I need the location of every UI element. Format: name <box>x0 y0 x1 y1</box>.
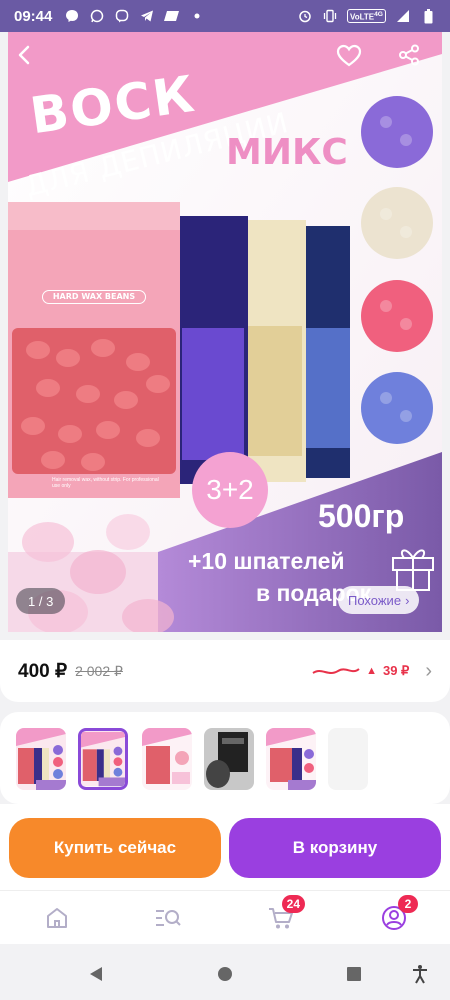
dot-icon <box>189 8 205 24</box>
battery-icon <box>420 8 436 24</box>
tab-home[interactable] <box>37 901 77 935</box>
status-time: 09:44 <box>14 7 53 25</box>
tab-profile[interactable]: 2 <box>374 895 418 935</box>
square-recents-icon <box>347 967 361 981</box>
purchase-actions: Купить сейчас В корзину <box>0 804 450 890</box>
heart-icon <box>336 44 362 67</box>
whatsapp-icon <box>89 8 105 24</box>
trend-value: 39 ₽ <box>382 663 410 678</box>
alarm-icon <box>297 8 313 24</box>
messenger-icon <box>64 8 80 24</box>
system-back-button[interactable] <box>84 962 108 986</box>
promo-bubble: 3+2 <box>192 452 268 528</box>
vibrate-icon <box>322 8 338 24</box>
variant-thumbnails <box>0 712 450 804</box>
pack-small-text: Hair removal wax, without strip. For pro… <box>52 477 159 489</box>
chat-icon <box>164 8 180 24</box>
home-icon <box>47 908 67 928</box>
price-history-trend[interactable]: ▲ 39 ₽ <box>312 663 409 679</box>
gift-text-line1: +10 шпателей <box>188 548 345 574</box>
back-arrow-icon <box>18 45 30 65</box>
weight-label: 500гр <box>318 498 405 534</box>
similar-products-button[interactable]: Похожие › <box>338 586 420 614</box>
volte-icon: VoLTE4G <box>346 8 386 24</box>
signal-icon <box>395 8 411 24</box>
accessibility-icon <box>413 965 427 984</box>
triangle-back-icon <box>90 967 102 981</box>
product-image-gallery[interactable]: ВОСК ДЛЯ ДЕПИЛЯЦИИ МИКС HARD WAX BEANS H… <box>8 32 442 632</box>
viber-icon <box>114 8 130 24</box>
price-trend-graph-icon <box>312 668 360 674</box>
variant-thumbnail-selected[interactable] <box>78 728 128 790</box>
variant-thumbnail[interactable] <box>266 728 316 790</box>
system-recents-button[interactable] <box>342 962 366 986</box>
share-icon <box>399 44 419 66</box>
buy-now-button[interactable]: Купить сейчас <box>9 818 221 878</box>
hero-variant-label: МИКС <box>226 132 348 173</box>
telegram-icon <box>139 8 155 24</box>
cart-badge: 24 <box>281 895 305 913</box>
variant-thumbnail[interactable] <box>16 728 66 790</box>
system-navigation-bar <box>0 944 450 1000</box>
tab-catalog[interactable] <box>148 901 188 935</box>
catalog-search-icon <box>156 910 181 926</box>
chevron-right-icon[interactable]: › <box>425 660 432 683</box>
tab-cart[interactable]: 24 <box>261 895 305 935</box>
share-button[interactable] <box>398 44 432 78</box>
bottom-tab-bar: 24 2 <box>0 890 450 944</box>
pack-label: HARD WAX BEANS <box>42 290 146 304</box>
add-to-cart-button[interactable]: В корзину <box>229 818 441 878</box>
image-page-indicator: 1 / 3 <box>16 588 66 614</box>
status-bar: 09:44 VoLTE4G <box>0 0 450 32</box>
trend-up-icon: ▲ <box>366 665 377 677</box>
variant-thumbnail-partial[interactable] <box>328 728 368 790</box>
circle-home-icon <box>218 967 232 981</box>
price-row[interactable]: 400 ₽ 2 002 ₽ ▲ 39 ₽ › <box>0 640 450 702</box>
current-price: 400 ₽ <box>18 660 68 682</box>
accessibility-button[interactable] <box>408 962 432 986</box>
profile-badge: 2 <box>398 895 418 913</box>
similar-label: Похожие <box>348 592 402 608</box>
network-suffix: 4G <box>374 10 383 18</box>
favorite-button[interactable] <box>336 44 370 78</box>
chevron-right-icon: › <box>405 592 410 608</box>
variant-thumbnail[interactable] <box>142 728 192 790</box>
variant-thumbnail[interactable] <box>204 728 254 790</box>
old-price: 2 002 ₽ <box>75 662 123 679</box>
back-button[interactable] <box>14 44 48 78</box>
system-home-button[interactable] <box>213 962 237 986</box>
